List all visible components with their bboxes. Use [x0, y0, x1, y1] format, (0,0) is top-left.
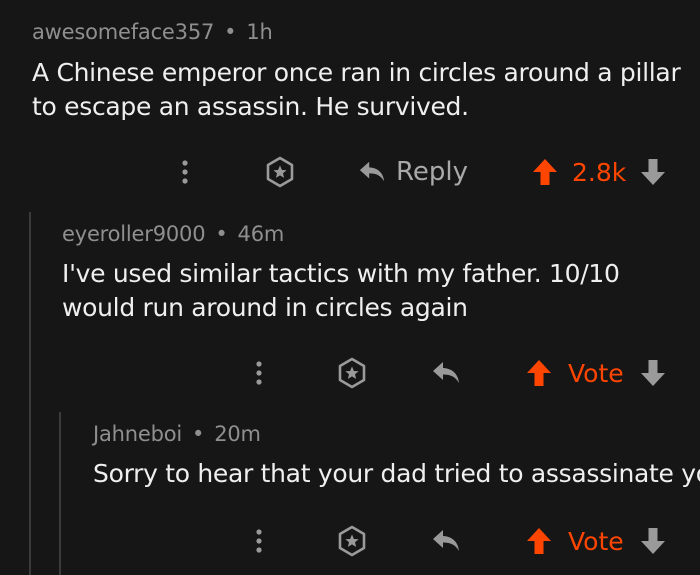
upvote-button[interactable] [524, 353, 554, 393]
upvote-icon [533, 159, 557, 185]
upvote-icon [527, 360, 551, 386]
award-icon [338, 525, 366, 557]
timestamp: 20m [214, 422, 261, 446]
comment-3: Jahneboi • 20m Sorry to hear that your dad… [0, 405, 700, 575]
separator-dot: • [224, 20, 237, 44]
give-award-button[interactable] [334, 521, 370, 561]
username-link[interactable]: awesomeface357 [32, 20, 214, 44]
downvote-icon [641, 360, 665, 386]
separator-dot: • [192, 422, 205, 446]
comment-actions: Reply 2.8k [0, 152, 700, 192]
award-icon [266, 156, 294, 188]
award-icon [338, 357, 366, 389]
reply-icon [433, 530, 459, 551]
comment-meta: Jahneboi • 20m [93, 422, 261, 446]
downvote-button[interactable] [638, 521, 668, 561]
downvote-icon [641, 159, 665, 185]
downvote-icon [641, 528, 665, 554]
separator-dot: • [215, 222, 228, 246]
upvote-button[interactable] [524, 521, 554, 561]
comment-actions: Vote [0, 521, 700, 561]
comment-meta: eyeroller9000 • 46m [62, 222, 284, 246]
reply-button[interactable]: Reply [358, 152, 468, 192]
reply-label: Reply [395, 157, 468, 187]
downvote-button[interactable] [638, 152, 668, 192]
username-link[interactable]: eyeroller9000 [62, 222, 206, 246]
more-vertical-icon [256, 361, 262, 385]
upvote-button[interactable] [530, 152, 560, 192]
vote-label: Vote [568, 526, 624, 556]
give-award-button[interactable] [262, 152, 298, 192]
username-link[interactable]: Jahneboi [93, 422, 182, 446]
more-options-button[interactable] [244, 353, 274, 393]
timestamp: 46m [237, 222, 285, 246]
vote-label: Vote [568, 358, 624, 388]
comment-body: I've used similar tactics with my father… [62, 259, 620, 322]
comment-2: eyeroller9000 • 46m I've used similar tact… [0, 205, 700, 405]
more-options-button[interactable] [170, 152, 200, 192]
give-award-button[interactable] [334, 353, 370, 393]
comment-meta: awesomeface357 • 1h [32, 20, 273, 44]
more-options-button[interactable] [244, 521, 274, 561]
downvote-button[interactable] [638, 353, 668, 393]
reply-button[interactable] [428, 353, 464, 393]
reply-button[interactable] [428, 521, 464, 561]
reply-icon [359, 161, 385, 182]
reply-icon [433, 362, 459, 383]
vote-score: 2.8k [572, 157, 627, 187]
upvote-icon [527, 528, 551, 554]
more-vertical-icon [182, 160, 188, 184]
comment-body: A Chinese emperor once ran in circles ar… [32, 58, 681, 121]
comment-actions: Vote [0, 353, 700, 393]
comment-1: awesomeface357 • 1h A Chinese emperor once… [0, 0, 700, 205]
more-vertical-icon [256, 529, 262, 553]
timestamp: 1h [246, 20, 273, 44]
comment-body: Sorry to hear that your dad tried to ass… [93, 459, 700, 488]
